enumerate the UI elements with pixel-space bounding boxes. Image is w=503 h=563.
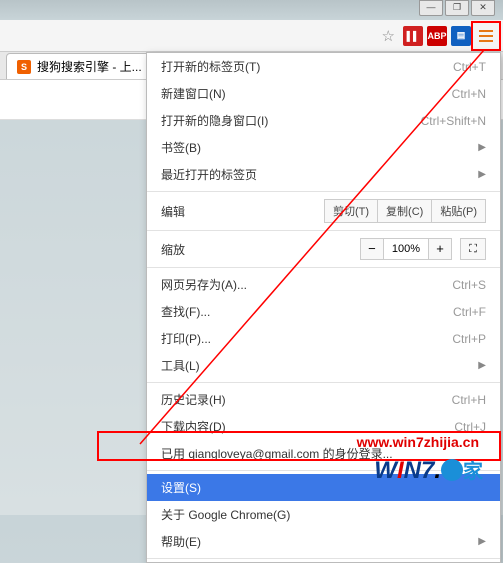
window-controls: — ❐ ✕: [419, 0, 495, 16]
menu-help[interactable]: 帮助(E) ▶: [147, 528, 500, 555]
chevron-right-icon: ▶: [478, 169, 486, 180]
edit-label: 编辑: [161, 203, 324, 220]
extension-icon-2[interactable]: ▤: [451, 26, 471, 46]
bookmark-star-icon[interactable]: ☆: [382, 27, 395, 45]
menu-label: 打开新的隐身窗口(I): [161, 112, 421, 129]
menu-label: 新建窗口(N): [161, 85, 452, 102]
menu-shortcut: Ctrl+T: [453, 60, 486, 74]
extension-abp-icon[interactable]: ABP: [427, 26, 447, 46]
zoom-label: 缩放: [161, 241, 360, 258]
menu-label: 历史记录(H): [161, 391, 452, 408]
menu-new-window[interactable]: 新建窗口(N) Ctrl+N: [147, 80, 500, 107]
tab-title: 搜狗搜索引擎 - 上...: [37, 58, 142, 75]
main-menu-dropdown: 打开新的标签页(T) Ctrl+T 新建窗口(N) Ctrl+N 打开新的隐身窗…: [146, 52, 501, 563]
menu-separator: [147, 230, 500, 231]
menu-label: 查找(F)...: [161, 303, 453, 320]
menu-history[interactable]: 历史记录(H) Ctrl+H: [147, 386, 500, 413]
menu-zoom-row: 缩放 − 100% + ⛶: [147, 234, 500, 264]
menu-label: 打印(P)...: [161, 330, 452, 347]
close-button[interactable]: ✕: [471, 0, 495, 16]
copy-button[interactable]: 复制(C): [378, 199, 432, 223]
menu-shortcut: Ctrl+N: [452, 87, 486, 101]
menu-label: 网页另存为(A)...: [161, 276, 452, 293]
browser-toolbar: ☆ ▌▌ ABP ▤: [0, 20, 503, 52]
menu-label: 工具(L): [161, 357, 470, 374]
menu-shortcut: Ctrl+P: [452, 332, 486, 346]
chevron-right-icon: ▶: [478, 360, 486, 371]
menu-recent-tabs[interactable]: 最近打开的标签页 ▶: [147, 161, 500, 188]
menu-separator: [147, 382, 500, 383]
paste-button[interactable]: 粘贴(P): [432, 199, 486, 223]
menu-find[interactable]: 查找(F)... Ctrl+F: [147, 298, 500, 325]
fullscreen-button[interactable]: ⛶: [460, 238, 486, 260]
menu-separator: [147, 267, 500, 268]
menu-label: 最近打开的标签页: [161, 166, 470, 183]
menu-separator: [147, 191, 500, 192]
zoom-value: 100%: [384, 238, 428, 260]
chevron-right-icon: ▶: [478, 536, 486, 547]
watermark-url: www.win7zhijia.cn: [357, 434, 479, 450]
hamburger-menu-icon[interactable]: [475, 25, 497, 47]
cut-button[interactable]: 剪切(T): [324, 199, 378, 223]
menu-print[interactable]: 打印(P)... Ctrl+P: [147, 325, 500, 352]
minimize-button[interactable]: —: [419, 0, 443, 16]
menu-new-tab[interactable]: 打开新的标签页(T) Ctrl+T: [147, 53, 500, 80]
menu-label: 帮助(E): [161, 533, 470, 550]
menu-bookmarks[interactable]: 书签(B) ▶: [147, 134, 500, 161]
menu-separator: [147, 558, 500, 559]
menu-edit-row: 编辑 剪切(T) 复制(C) 粘贴(P): [147, 195, 500, 227]
menu-save-as[interactable]: 网页另存为(A)... Ctrl+S: [147, 271, 500, 298]
menu-shortcut: Ctrl+Shift+N: [421, 114, 486, 128]
menu-incognito[interactable]: 打开新的隐身窗口(I) Ctrl+Shift+N: [147, 107, 500, 134]
menu-shortcut: Ctrl+J: [454, 420, 486, 434]
active-tab[interactable]: S 搜狗搜索引擎 - 上...: [6, 53, 153, 79]
tab-favicon-icon: S: [17, 60, 31, 74]
menu-label: 书签(B): [161, 139, 470, 156]
maximize-button[interactable]: ❐: [445, 0, 469, 16]
window-titlebar: — ❐ ✕: [0, 0, 503, 20]
watermark-logo: WIN7.家: [374, 455, 483, 485]
zoom-in-button[interactable]: +: [428, 238, 452, 260]
menu-shortcut: Ctrl+F: [453, 305, 486, 319]
chevron-right-icon: ▶: [478, 142, 486, 153]
zoom-out-button[interactable]: −: [360, 238, 384, 260]
menu-shortcut: Ctrl+S: [452, 278, 486, 292]
menu-tools[interactable]: 工具(L) ▶: [147, 352, 500, 379]
menu-label: 打开新的标签页(T): [161, 58, 453, 75]
menu-shortcut: Ctrl+H: [452, 393, 486, 407]
extension-icon-1[interactable]: ▌▌: [403, 26, 423, 46]
menu-label: 下载内容(D): [161, 418, 454, 435]
